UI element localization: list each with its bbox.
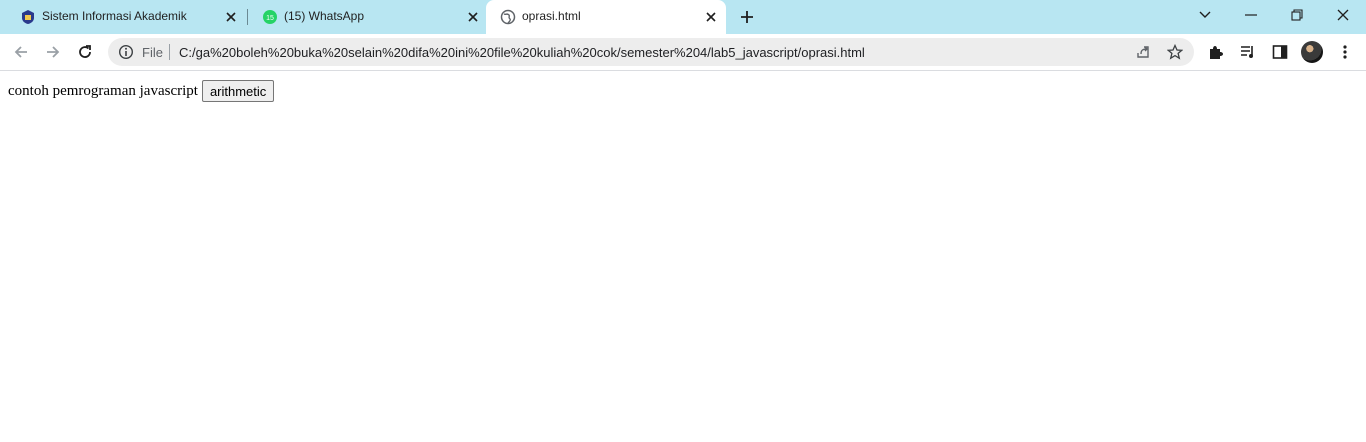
minimize-icon: [1245, 14, 1257, 16]
back-button[interactable]: [9, 40, 33, 64]
scheme-label: File: [142, 45, 163, 60]
tab-title: (15) WhatsApp: [284, 9, 365, 23]
tab-sistem-informasi[interactable]: Sistem Informasi Akademik: [6, 0, 246, 34]
plus-icon: [741, 11, 753, 23]
address-bar[interactable]: File C:/ga%20boleh%20buka%20selain%20dif…: [108, 38, 1194, 66]
page-text: contoh pemrograman javascript: [8, 82, 198, 99]
bookmark-star-icon[interactable]: [1166, 43, 1184, 61]
whatsapp-badge: 15: [266, 15, 274, 22]
tab-whatsapp[interactable]: 15 (15) WhatsApp: [248, 0, 488, 34]
page-line: contoh pemrograman javascript arithmetic: [8, 80, 275, 102]
forward-button[interactable]: [41, 40, 65, 64]
tab-strip: Sistem Informasi Akademik 15 (15) WhatsA…: [0, 0, 1366, 34]
arrow-left-icon: [14, 46, 27, 58]
tab-title: oprasi.html: [522, 9, 581, 23]
playlist-icon: [1241, 46, 1253, 58]
menu-button[interactable]: [1335, 42, 1355, 62]
close-icon[interactable]: [702, 8, 720, 26]
tab-oprasi[interactable]: oprasi.html: [486, 0, 726, 34]
extensions-button[interactable]: [1206, 42, 1226, 62]
globe-icon: [500, 9, 516, 25]
omnibox-divider: [169, 44, 170, 60]
share-icon[interactable]: [1134, 43, 1152, 61]
page-content: contoh pemrograman javascript arithmetic: [0, 71, 1366, 442]
tab-title: Sistem Informasi Akademik: [42, 9, 187, 23]
side-panel-button[interactable]: [1270, 42, 1290, 62]
info-icon[interactable]: [118, 44, 134, 60]
profile-avatar[interactable]: [1301, 41, 1323, 63]
reload-icon: [79, 45, 91, 58]
chevron-down-icon: [1199, 11, 1211, 18]
close-icon[interactable]: [222, 8, 240, 26]
side-panel-icon: [1272, 45, 1288, 59]
university-logo-icon: [20, 9, 36, 25]
kebab-menu-icon: [1343, 45, 1347, 59]
new-tab-button[interactable]: [736, 6, 758, 28]
close-icon[interactable]: [464, 8, 482, 26]
browser-toolbar: File C:/ga%20boleh%20buka%20selain%20dif…: [0, 34, 1366, 71]
restore-icon: [1291, 9, 1303, 21]
restore-button[interactable]: [1284, 4, 1310, 26]
close-window-button[interactable]: [1330, 4, 1356, 26]
tab-search-button[interactable]: [1192, 4, 1218, 26]
whatsapp-icon: 15: [262, 9, 278, 25]
close-icon: [1337, 9, 1349, 21]
url-text[interactable]: C:/ga%20boleh%20buka%20selain%20difa%20i…: [179, 45, 865, 60]
reload-button[interactable]: [73, 40, 97, 64]
media-control-button[interactable]: [1238, 42, 1258, 62]
arithmetic-button[interactable]: arithmetic: [201, 80, 275, 102]
minimize-button[interactable]: [1238, 4, 1264, 26]
arrow-right-icon: [47, 46, 60, 58]
puzzle-icon: [1210, 46, 1223, 59]
